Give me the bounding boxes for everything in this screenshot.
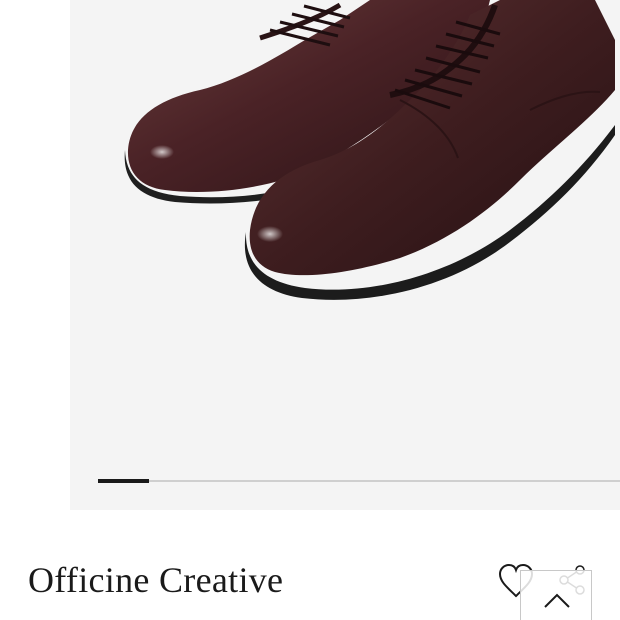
product-image-gallery[interactable] bbox=[70, 0, 620, 510]
product-brand-name: Officine Creative bbox=[28, 560, 284, 600]
shoe-photo bbox=[124, 0, 615, 300]
gallery-progress-indicator bbox=[98, 479, 149, 483]
scroll-to-top-button[interactable] bbox=[520, 570, 592, 620]
chevron-up-icon bbox=[544, 593, 570, 608]
gallery-progress-track[interactable] bbox=[98, 479, 620, 483]
